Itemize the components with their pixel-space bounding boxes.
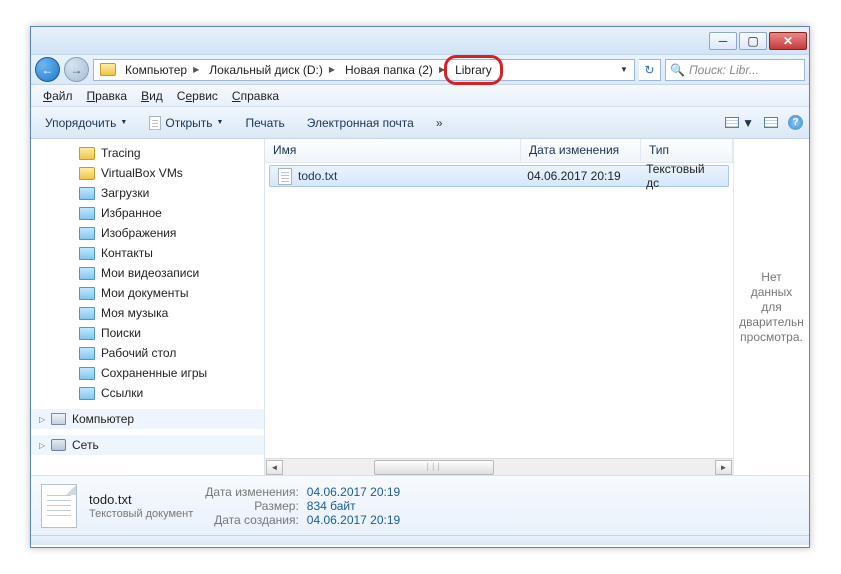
tree-item[interactable]: Tracing xyxy=(31,143,264,163)
folder-icon xyxy=(79,267,95,280)
document-icon xyxy=(149,116,161,130)
tree-item[interactable]: Избранное xyxy=(31,203,264,223)
tree-item[interactable]: Рабочий стол xyxy=(31,343,264,363)
folder-icon xyxy=(79,207,95,220)
folder-icon xyxy=(79,167,95,180)
folder-icon xyxy=(79,347,95,360)
folder-icon xyxy=(79,247,95,260)
h-scrollbar[interactable]: ◄ │││ ► xyxy=(265,458,733,475)
toolbar: Упорядочить▼ Открыть▼ Печать Электронная… xyxy=(31,107,809,139)
details-filetype: Текстовый документ xyxy=(89,508,193,520)
tree-item[interactable]: Контакты xyxy=(31,243,264,263)
folder-icon xyxy=(79,187,95,200)
expand-icon[interactable]: ▷ xyxy=(39,441,45,450)
more-button[interactable]: » xyxy=(428,113,451,133)
expand-icon[interactable]: ▷ xyxy=(39,415,45,424)
preview-pane-button[interactable] xyxy=(764,117,778,128)
file-type: Текстовый дс xyxy=(638,162,728,190)
tree-computer[interactable]: ▷Компьютер xyxy=(31,409,264,429)
crumb-folder[interactable]: Новая папка (2)▶ xyxy=(340,61,450,79)
menu-file[interactable]: Файл xyxy=(37,87,79,105)
file-row[interactable]: todo.txt 04.06.2017 20:19 Текстовый дс xyxy=(269,165,729,187)
scroll-thumb[interactable]: │││ xyxy=(374,460,494,475)
help-button[interactable]: ? xyxy=(788,115,803,130)
address-row: ← → Компьютер▶ Локальный диск (D:)▶ Нова… xyxy=(31,55,809,85)
tree-item[interactable]: Ссылки xyxy=(31,383,264,403)
created-label: Дата создания: xyxy=(205,513,299,527)
menu-edit[interactable]: Правка xyxy=(81,87,134,105)
file-name: todo.txt xyxy=(298,169,337,183)
minimize-button[interactable]: ─ xyxy=(709,32,737,50)
file-list: Имя Дата изменения Тип todo.txt 04.06.20… xyxy=(265,139,733,475)
crumb-computer[interactable]: Компьютер▶ xyxy=(120,61,204,79)
pane-icon xyxy=(764,117,778,128)
open-button[interactable]: Открыть▼ xyxy=(141,113,231,133)
tree-item[interactable]: VirtualBox VMs xyxy=(31,163,264,183)
nav-tree: Tracing VirtualBox VMs Загрузки Избранно… xyxy=(31,139,265,475)
col-type[interactable]: Тип xyxy=(641,139,733,162)
crumb-drive[interactable]: Локальный диск (D:)▶ xyxy=(204,61,340,79)
scroll-left[interactable]: ◄ xyxy=(266,460,283,475)
size-value: 834 байт xyxy=(307,499,400,513)
folder-icon xyxy=(79,227,95,240)
folder-icon xyxy=(79,367,95,380)
computer-icon xyxy=(51,413,66,425)
scroll-right[interactable]: ► xyxy=(715,460,732,475)
menu-tools[interactable]: Сервис xyxy=(171,87,224,105)
tree-item[interactable]: Изображения xyxy=(31,223,264,243)
scroll-track[interactable]: │││ xyxy=(284,460,714,475)
forward-button[interactable]: → xyxy=(64,57,89,82)
back-button[interactable]: ← xyxy=(35,57,60,82)
file-date: 04.06.2017 20:19 xyxy=(519,169,638,183)
organize-button[interactable]: Упорядочить▼ xyxy=(37,113,135,133)
view-mode-button[interactable]: ▼ xyxy=(725,116,754,130)
folder-icon xyxy=(79,307,95,320)
close-button[interactable]: ✕ xyxy=(769,32,807,50)
search-input[interactable]: 🔍Поиск: Libr... xyxy=(665,59,805,81)
preview-pane: Нет данных для дварительн просмотра. xyxy=(733,139,809,475)
folder-icon xyxy=(79,387,95,400)
mod-value: 04.06.2017 20:19 xyxy=(307,485,400,499)
tree-item[interactable]: Сохраненные игры xyxy=(31,363,264,383)
tree-item[interactable]: Моя музыка xyxy=(31,303,264,323)
file-type-icon xyxy=(41,484,77,528)
address-dropdown[interactable]: ▼ xyxy=(616,65,632,74)
folder-icon xyxy=(79,147,95,160)
details-pane: todo.txt Текстовый документ Дата изменен… xyxy=(31,475,809,535)
folder-icon xyxy=(79,287,95,300)
menu-help[interactable]: Справка xyxy=(226,87,285,105)
view-icon xyxy=(725,117,739,128)
network-icon xyxy=(51,439,66,451)
tree-item[interactable]: Загрузки xyxy=(31,183,264,203)
col-name[interactable]: Имя xyxy=(265,139,521,162)
statusbar xyxy=(31,535,809,545)
search-icon: 🔍 xyxy=(670,63,685,77)
content-area: Имя Дата изменения Тип todo.txt 04.06.20… xyxy=(265,139,809,475)
email-button[interactable]: Электронная почта xyxy=(299,113,422,133)
body: Tracing VirtualBox VMs Загрузки Избранно… xyxy=(31,139,809,475)
address-bar[interactable]: Компьютер▶ Локальный диск (D:)▶ Новая па… xyxy=(93,59,635,81)
explorer-window: ─ ▢ ✕ ← → Компьютер▶ Локальный диск (D:)… xyxy=(30,26,810,548)
folder-icon xyxy=(100,63,116,76)
tree-item[interactable]: Мои документы xyxy=(31,283,264,303)
tree-item[interactable]: Мои видеозаписи xyxy=(31,263,264,283)
print-button[interactable]: Печать xyxy=(237,113,292,133)
maximize-button[interactable]: ▢ xyxy=(739,32,767,50)
tree-item[interactable]: Поиски xyxy=(31,323,264,343)
tree-network[interactable]: ▷Сеть xyxy=(31,435,264,455)
column-headers: Имя Дата изменения Тип xyxy=(265,139,733,163)
titlebar: ─ ▢ ✕ xyxy=(31,27,809,55)
txt-icon xyxy=(278,168,292,185)
created-value: 04.06.2017 20:19 xyxy=(307,513,400,527)
mod-label: Дата изменения: xyxy=(205,485,299,499)
crumb-current[interactable]: Library xyxy=(450,61,497,79)
refresh-button[interactable]: ↻ xyxy=(639,59,661,81)
menu-bar: Файл Правка Вид Сервис Справка xyxy=(31,85,809,107)
rows: todo.txt 04.06.2017 20:19 Текстовый дс xyxy=(265,163,733,458)
col-date[interactable]: Дата изменения xyxy=(521,139,641,162)
details-filename: todo.txt xyxy=(89,492,193,507)
size-label: Размер: xyxy=(205,499,299,513)
menu-view[interactable]: Вид xyxy=(135,87,169,105)
folder-icon xyxy=(79,327,95,340)
